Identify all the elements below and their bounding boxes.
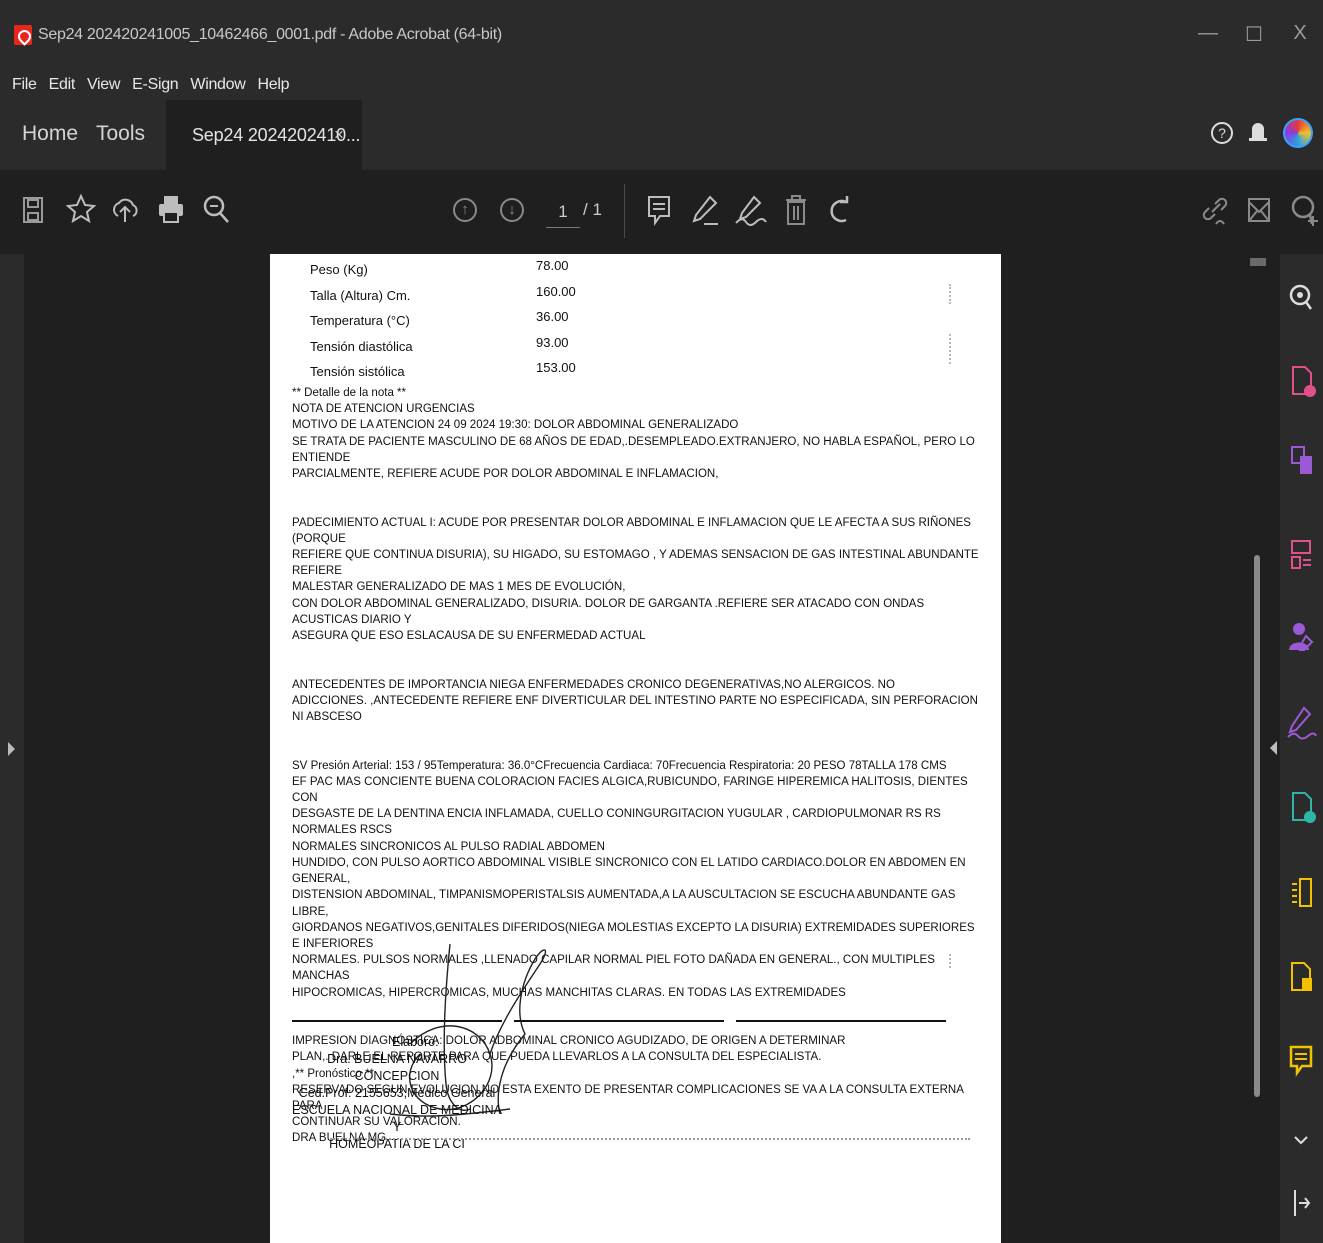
collapse-right-panel-icon[interactable] [1270,741,1277,755]
close-window-button[interactable]: X [1277,22,1323,47]
signature-block: Elaboró: Dra. BUELNA NAVARRO CONCEPCION … [292,1034,502,1153]
rotate-icon[interactable] [826,196,854,226]
vital-label: Tensión diastólica [310,338,413,354]
scrollbar-top-marker [1250,258,1266,266]
document-viewer[interactable]: Peso (Kg) 78.00 Talla (Altura) Cm. 160.0… [24,254,1266,1243]
avatar[interactable] [1283,118,1313,148]
request-signature-icon[interactable] [1280,620,1323,654]
pen-icon[interactable] [690,194,720,226]
sign-icon[interactable] [734,194,768,226]
pdf-page: Peso (Kg) 78.00 Talla (Altura) Cm. 160.0… [270,254,1001,1243]
menu-view[interactable]: View [87,76,121,94]
page-footer-rule [330,1138,970,1140]
signature-role: Elaboró: [392,1035,439,1049]
create-pdf-icon[interactable] [1280,790,1323,824]
maximize-button[interactable]: ☐ [1231,22,1277,47]
acrobat-logo-icon [14,25,32,45]
right-tool-rail [1280,254,1323,1243]
signature-line [736,1020,946,1022]
export-pdf-icon[interactable] [1280,364,1323,398]
menu-bar: File Edit View E-Sign Window Help [0,70,1323,100]
account-area: ? [1211,118,1313,148]
vital-value: 93.00 [536,334,569,350]
window-controls: — ☐ X [1185,22,1323,47]
star-icon[interactable] [66,194,96,224]
edit-pdf-icon[interactable] [1280,960,1323,994]
note-header: ** Detalle de la nota ** [292,385,407,399]
signature-line [292,1020,502,1022]
vital-label: Talla (Altura) Cm. [310,287,411,303]
link-icon[interactable] [1200,194,1230,226]
menu-window[interactable]: Window [190,76,245,94]
combine-files-icon[interactable] [1280,444,1323,478]
print-icon[interactable] [156,194,186,224]
zoom-search-icon[interactable] [1280,282,1323,312]
left-nav-panel [0,254,24,1243]
mail-icon[interactable] [1246,196,1272,224]
tab-bar: Home Tools Sep24 2024202410... × ? [0,100,1323,170]
signature-line [514,1020,724,1022]
title-bar: Sep24 202420241005_10462466_0001.pdf - A… [0,0,1323,70]
menu-esign[interactable]: E-Sign [132,76,179,94]
comment-icon[interactable] [1280,1044,1323,1078]
signature-license: Ced.Prof: 2155653,Médico General [298,1086,496,1100]
organize-pages-icon[interactable] [1280,538,1323,572]
help-icon[interactable]: ? [1211,122,1233,144]
trash-icon[interactable] [784,194,808,226]
cloud-upload-icon[interactable] [110,194,140,224]
toolbar: ↑ ↓ [0,170,1323,254]
vital-label: Temperatura (°C) [310,313,410,328]
collapse-panel-icon[interactable] [1280,1186,1323,1220]
page-edge-mark [949,334,951,364]
zoom-search-icon[interactable] [202,194,232,226]
page-number-input[interactable]: 1 [546,196,580,228]
vital-value: 160.00 [536,283,576,299]
tab-home[interactable]: Home [22,122,78,146]
close-tab-icon[interactable]: × [334,125,344,145]
save-icon[interactable] [22,196,44,224]
menu-edit[interactable]: Edit [49,76,76,94]
arrow-down-circle-icon[interactable]: ↓ [500,198,524,222]
menu-help[interactable]: Help [258,76,290,94]
expand-left-panel-icon[interactable] [8,742,15,756]
tab-document[interactable]: Sep24 2024202410... × [166,100,362,170]
comment-icon[interactable] [646,194,672,226]
page-edge-mark [949,954,951,968]
arrow-up-circle-icon[interactable]: ↑ [453,198,477,222]
window-title: Sep24 202420241005_10462466_0001.pdf - A… [38,26,502,43]
vital-value: 36.00 [536,309,569,324]
notification-bell-icon[interactable] [1249,121,1267,145]
minimize-button[interactable]: — [1185,22,1231,47]
page-edge-mark [949,284,951,304]
menu-file[interactable]: File [12,76,37,94]
scrollbar-thumb[interactable] [1254,555,1260,1097]
signature-school: ESCUELA NACIONAL DE MEDICINA Y [292,1103,503,1134]
tab-tools[interactable]: Tools [96,122,145,146]
vital-label: Tensión sistólica [310,364,405,379]
page-total: / 1 [583,200,602,219]
signature-name: Dra. BUELNA NAVARRO CONCEPCION [327,1052,467,1083]
search-add-icon[interactable] [1290,194,1320,226]
vital-label: Peso (Kg) [310,262,368,277]
compress-pdf-icon[interactable] [1280,876,1323,910]
toolbar-divider [624,184,625,238]
vital-value: 153.00 [536,360,576,375]
fill-sign-icon[interactable] [1280,706,1323,740]
more-tools-icon[interactable] [1280,1126,1323,1156]
vital-value: 78.00 [536,258,569,273]
